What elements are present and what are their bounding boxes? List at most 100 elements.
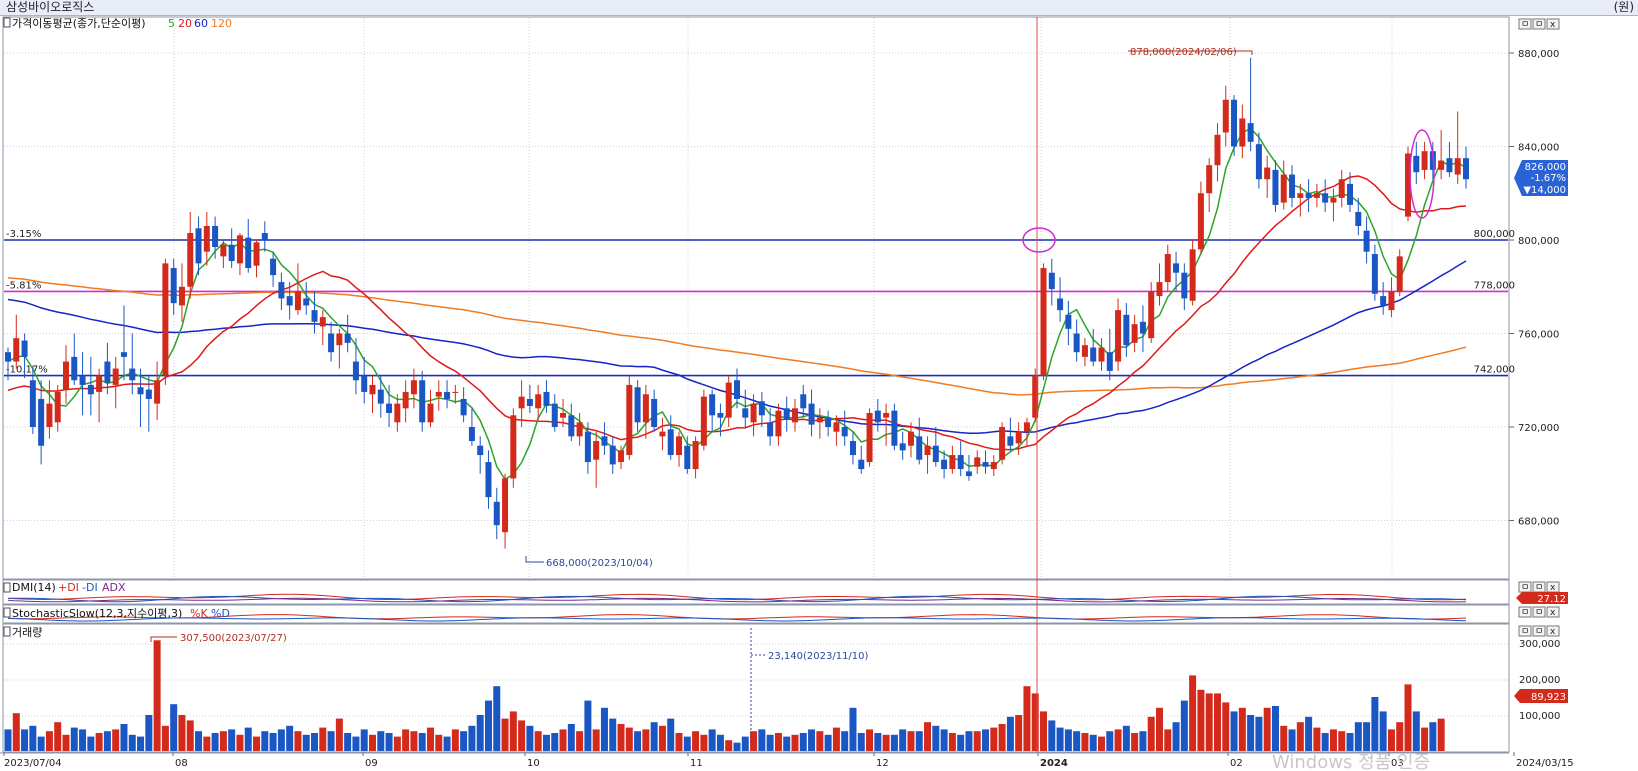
volume-bar	[617, 724, 625, 751]
candle-body	[444, 391, 451, 399]
volume-bar	[70, 727, 78, 751]
volume-panel-buttons[interactable]: ㅁ ㅁ x	[1518, 625, 1560, 637]
volume-bar	[518, 720, 526, 751]
candle-body	[1322, 193, 1329, 203]
volume-tick-label-1: 200,000	[1519, 675, 1560, 686]
dmi-panel-buttons[interactable]: ㅁ ㅁ x	[1518, 581, 1560, 593]
candle-body	[419, 380, 426, 423]
candle-body	[734, 380, 740, 399]
candle-body	[593, 441, 600, 460]
candle-body	[303, 298, 310, 306]
volume-bar	[882, 734, 890, 751]
date-tick-label-4: 11	[690, 758, 703, 769]
volume-bar	[998, 724, 1006, 751]
candle-body	[29, 380, 36, 427]
volume-bar	[542, 734, 550, 751]
volume-bar	[758, 729, 766, 751]
windows-watermark: Windows 정품 인증	[1272, 752, 1430, 771]
candle-body	[212, 225, 219, 248]
volume-bar	[385, 733, 393, 751]
candle-body	[410, 380, 417, 395]
candle-body	[1421, 151, 1428, 170]
volume-bar	[1015, 715, 1023, 751]
volume-bar	[1089, 734, 1097, 751]
candle-body	[5, 352, 11, 362]
candle-body	[742, 408, 749, 418]
volume-bar	[1429, 722, 1437, 751]
volume-bar	[1313, 727, 1321, 751]
candle-body	[311, 310, 318, 322]
volume-bar	[203, 736, 211, 751]
candle-body	[286, 296, 293, 306]
candle-body	[941, 459, 948, 470]
volume-bar	[137, 736, 145, 751]
svg-text:x: x	[1550, 583, 1556, 593]
stoch-name: StochasticSlow(12,3,지수이평,3)	[12, 607, 182, 620]
candle-body	[1272, 169, 1279, 205]
price-panel-buttons[interactable]: ㅁ ㅁ x	[1518, 18, 1560, 30]
svg-text:ㅁ: ㅁ	[1535, 608, 1543, 618]
volume-bar	[286, 725, 294, 751]
candle-body	[1057, 298, 1064, 311]
annotations: 878,000(2024/02/06) 668,000(2023/10/04) 30…	[150, 47, 1253, 742]
volume-bar	[1139, 731, 1147, 751]
volume-bar	[170, 704, 178, 751]
stoch-d: %D	[211, 607, 230, 620]
volume-bar	[1363, 722, 1371, 751]
candle-body	[62, 361, 69, 390]
candle-body	[510, 415, 517, 479]
volume-bar	[195, 731, 203, 751]
volume-bar	[153, 640, 161, 751]
candle-body	[195, 228, 202, 264]
volume-bar	[1338, 731, 1346, 751]
candle-body	[874, 410, 881, 423]
volume-bar	[783, 736, 791, 751]
volume-bar	[112, 729, 120, 751]
volume-bar	[940, 729, 948, 751]
candle-body	[783, 408, 790, 420]
volume-bar	[4, 729, 12, 751]
volume-bar	[344, 733, 352, 751]
volume-bar	[675, 733, 683, 751]
stoch-panel-buttons[interactable]: ㅁ ㅁ x	[1518, 606, 1560, 618]
candle-body	[750, 403, 757, 423]
volume-bar	[87, 736, 95, 751]
ref-price-2: 742,000	[1474, 365, 1515, 376]
candle-body	[601, 436, 608, 446]
volume-bar	[145, 715, 153, 751]
candle-body	[551, 403, 558, 427]
ref-pct-2: -10.17%	[6, 365, 48, 376]
candle-body	[1106, 352, 1113, 371]
candle-body	[336, 333, 343, 346]
volume-bar	[1271, 706, 1279, 751]
stock-chart[interactable]: -3.15% 800,000 -5.81% 778,000 -10.17% 742,000…	[0, 0, 1638, 771]
candle-body	[236, 235, 243, 264]
volume-bar	[1122, 725, 1130, 751]
volume-bar	[1230, 711, 1238, 751]
volume-bar	[1056, 727, 1064, 751]
candle-body	[849, 441, 856, 456]
candle-body	[1380, 296, 1387, 306]
price-tick-label-0: 880,000	[1518, 49, 1559, 60]
candle-body	[866, 412, 873, 463]
candle-body	[112, 368, 119, 385]
candle-body	[352, 361, 359, 381]
candle-body	[502, 478, 509, 533]
candle-body	[294, 291, 301, 311]
volume-bar	[1147, 716, 1155, 751]
volume-bar	[1412, 711, 1420, 751]
volume-bar	[824, 734, 832, 751]
volume-bar	[277, 729, 285, 751]
svg-text:ㅁ: ㅁ	[1521, 20, 1529, 30]
volume-bar	[319, 727, 327, 751]
candle-body	[982, 462, 989, 467]
candle-body	[278, 282, 285, 299]
volume-bar	[741, 736, 749, 751]
volume-bar	[866, 729, 874, 751]
volume-bar	[716, 734, 724, 751]
stoch-k: %K	[190, 607, 208, 620]
candle-body	[974, 457, 981, 467]
candle-body	[1007, 436, 1014, 446]
candle-body	[825, 417, 832, 427]
volume-bar	[1197, 689, 1205, 751]
